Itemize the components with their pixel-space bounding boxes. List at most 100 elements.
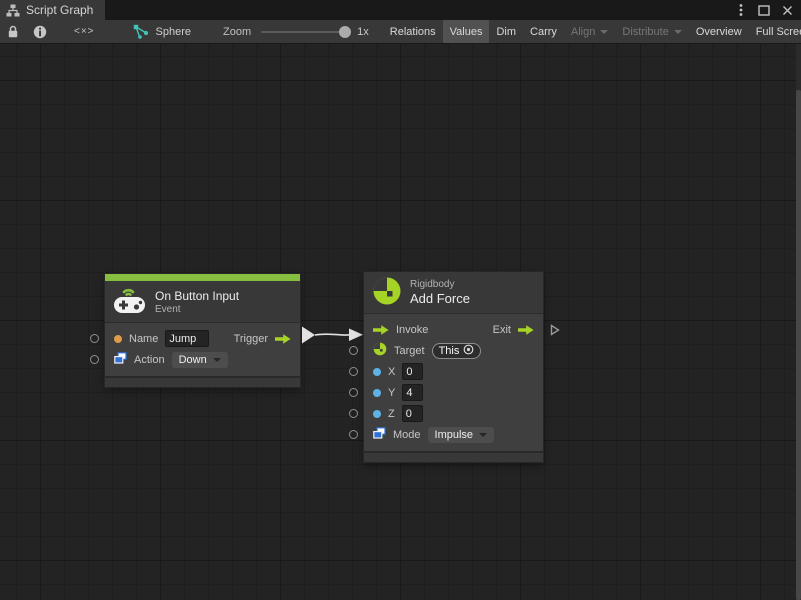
float-type-icon [373, 410, 381, 418]
action-value: Down [179, 354, 207, 366]
lock-icon[interactable] [0, 20, 26, 43]
mode-dropdown[interactable]: Impulse [428, 427, 495, 443]
invoke-label: Invoke [396, 324, 428, 336]
node-header[interactable]: On Button Input Event [105, 281, 300, 323]
align-label: Align [571, 26, 595, 38]
trigger-output-port[interactable] [275, 334, 291, 344]
node-title: On Button Input [155, 289, 239, 303]
action-label: Action [134, 354, 165, 366]
row-name: Name Trigger [105, 328, 300, 349]
row-y: Y [364, 382, 543, 403]
kebab-menu-icon[interactable] [733, 2, 749, 18]
x-input[interactable] [402, 363, 423, 380]
tab-label: Script Graph [26, 3, 93, 17]
node-add-force[interactable]: Rigidbody Add Force Invoke Exit [364, 272, 543, 462]
node-accent-bar [105, 274, 300, 281]
value-input-port-target[interactable] [349, 346, 358, 355]
target-chip[interactable]: This [432, 343, 482, 359]
zoom-slider-handle[interactable] [339, 26, 351, 38]
chevron-down-icon [600, 30, 608, 34]
relations-button[interactable]: Relations [383, 20, 443, 43]
y-label: Y [388, 387, 395, 399]
vertical-scrollbar[interactable] [796, 44, 801, 600]
zoom-label: Zoom [223, 26, 251, 38]
y-input[interactable] [402, 384, 423, 401]
relations-label: Relations [390, 26, 436, 38]
overview-button[interactable]: Overview [689, 20, 749, 43]
distribute-label: Distribute [622, 26, 668, 38]
value-input-port-action[interactable] [90, 355, 99, 364]
node-title: Add Force [410, 291, 470, 306]
string-type-icon [114, 335, 122, 343]
distribute-button[interactable]: Distribute [615, 20, 688, 43]
node-footer [105, 376, 300, 387]
chevron-down-icon [479, 433, 487, 437]
close-icon[interactable] [779, 2, 795, 18]
enum-type-icon [373, 427, 386, 442]
exit-output-port[interactable] [518, 325, 534, 335]
row-action: Action Down [105, 349, 300, 370]
values-button[interactable]: Values [443, 20, 490, 43]
maximize-icon[interactable] [756, 2, 772, 18]
exit-label: Exit [493, 324, 511, 336]
code-glyph: <×> [74, 26, 95, 37]
exit-connection-stub[interactable] [550, 324, 560, 336]
object-picker-icon[interactable] [463, 344, 474, 358]
script-graph-window: Script Graph [0, 0, 801, 600]
z-input[interactable] [402, 405, 423, 422]
full-screen-button[interactable]: Full Screen [749, 20, 801, 43]
invoke-input-port[interactable] [373, 325, 389, 335]
align-button[interactable]: Align [564, 20, 615, 43]
graph-toolbar: <×> Sphere Zoom 1x Relations Val [0, 20, 801, 44]
tab-script-graph[interactable]: Script Graph [0, 0, 105, 20]
float-type-icon [373, 368, 381, 376]
value-input-port-mode[interactable] [349, 430, 358, 439]
tab-bar: Script Graph [0, 0, 801, 20]
scrollbar-thumb[interactable] [796, 90, 801, 600]
node-on-button-input[interactable]: On Button Input Event Name Trigger [105, 274, 300, 387]
row-mode: Mode Impulse [364, 424, 543, 445]
chevron-down-icon [674, 30, 682, 34]
rigidbody-type-icon [373, 342, 387, 359]
hierarchy-icon [6, 4, 20, 17]
node-footer [364, 451, 543, 462]
row-target: Target This [364, 340, 543, 361]
breadcrumb[interactable]: Sphere [133, 20, 191, 43]
x-label: X [388, 366, 395, 378]
mode-value: Impulse [435, 429, 474, 441]
carry-label: Carry [530, 26, 557, 38]
node-supertitle: Rigidbody [410, 279, 470, 290]
chevron-down-icon [213, 358, 221, 362]
value-input-port-x[interactable] [349, 367, 358, 376]
rigidbody-icon [372, 276, 402, 309]
breadcrumb-label: Sphere [156, 26, 191, 38]
value-input-port-y[interactable] [349, 388, 358, 397]
z-label: Z [388, 408, 395, 420]
action-dropdown[interactable]: Down [172, 352, 228, 368]
target-value: This [439, 345, 460, 357]
enum-type-icon [114, 352, 127, 367]
connection-trigger-to-invoke[interactable] [298, 324, 366, 346]
value-input-port-name[interactable] [90, 334, 99, 343]
zoom-control: Zoom 1x [223, 20, 369, 43]
node-header[interactable]: Rigidbody Add Force [364, 272, 543, 314]
overview-label: Overview [696, 26, 742, 38]
zoom-slider[interactable] [261, 31, 349, 33]
float-type-icon [373, 389, 381, 397]
value-input-port-z[interactable] [349, 409, 358, 418]
info-icon[interactable] [26, 20, 54, 43]
row-x: X [364, 361, 543, 382]
carry-button[interactable]: Carry [523, 20, 564, 43]
node-body: Invoke Exit [364, 314, 543, 451]
dim-button[interactable]: Dim [489, 20, 523, 43]
name-input[interactable] [165, 330, 209, 347]
graph-pointer-icon [133, 24, 149, 39]
zoom-to-fit-icon[interactable]: <×> [54, 20, 115, 43]
gamepad-icon [113, 285, 147, 318]
trigger-label: Trigger [234, 333, 268, 345]
node-subtitle: Event [155, 304, 239, 315]
name-label: Name [129, 333, 158, 345]
full-screen-label: Full Screen [756, 26, 801, 38]
row-invoke: Invoke Exit [364, 319, 543, 340]
graph-canvas[interactable]: On Button Input Event Name Trigger [0, 44, 801, 600]
